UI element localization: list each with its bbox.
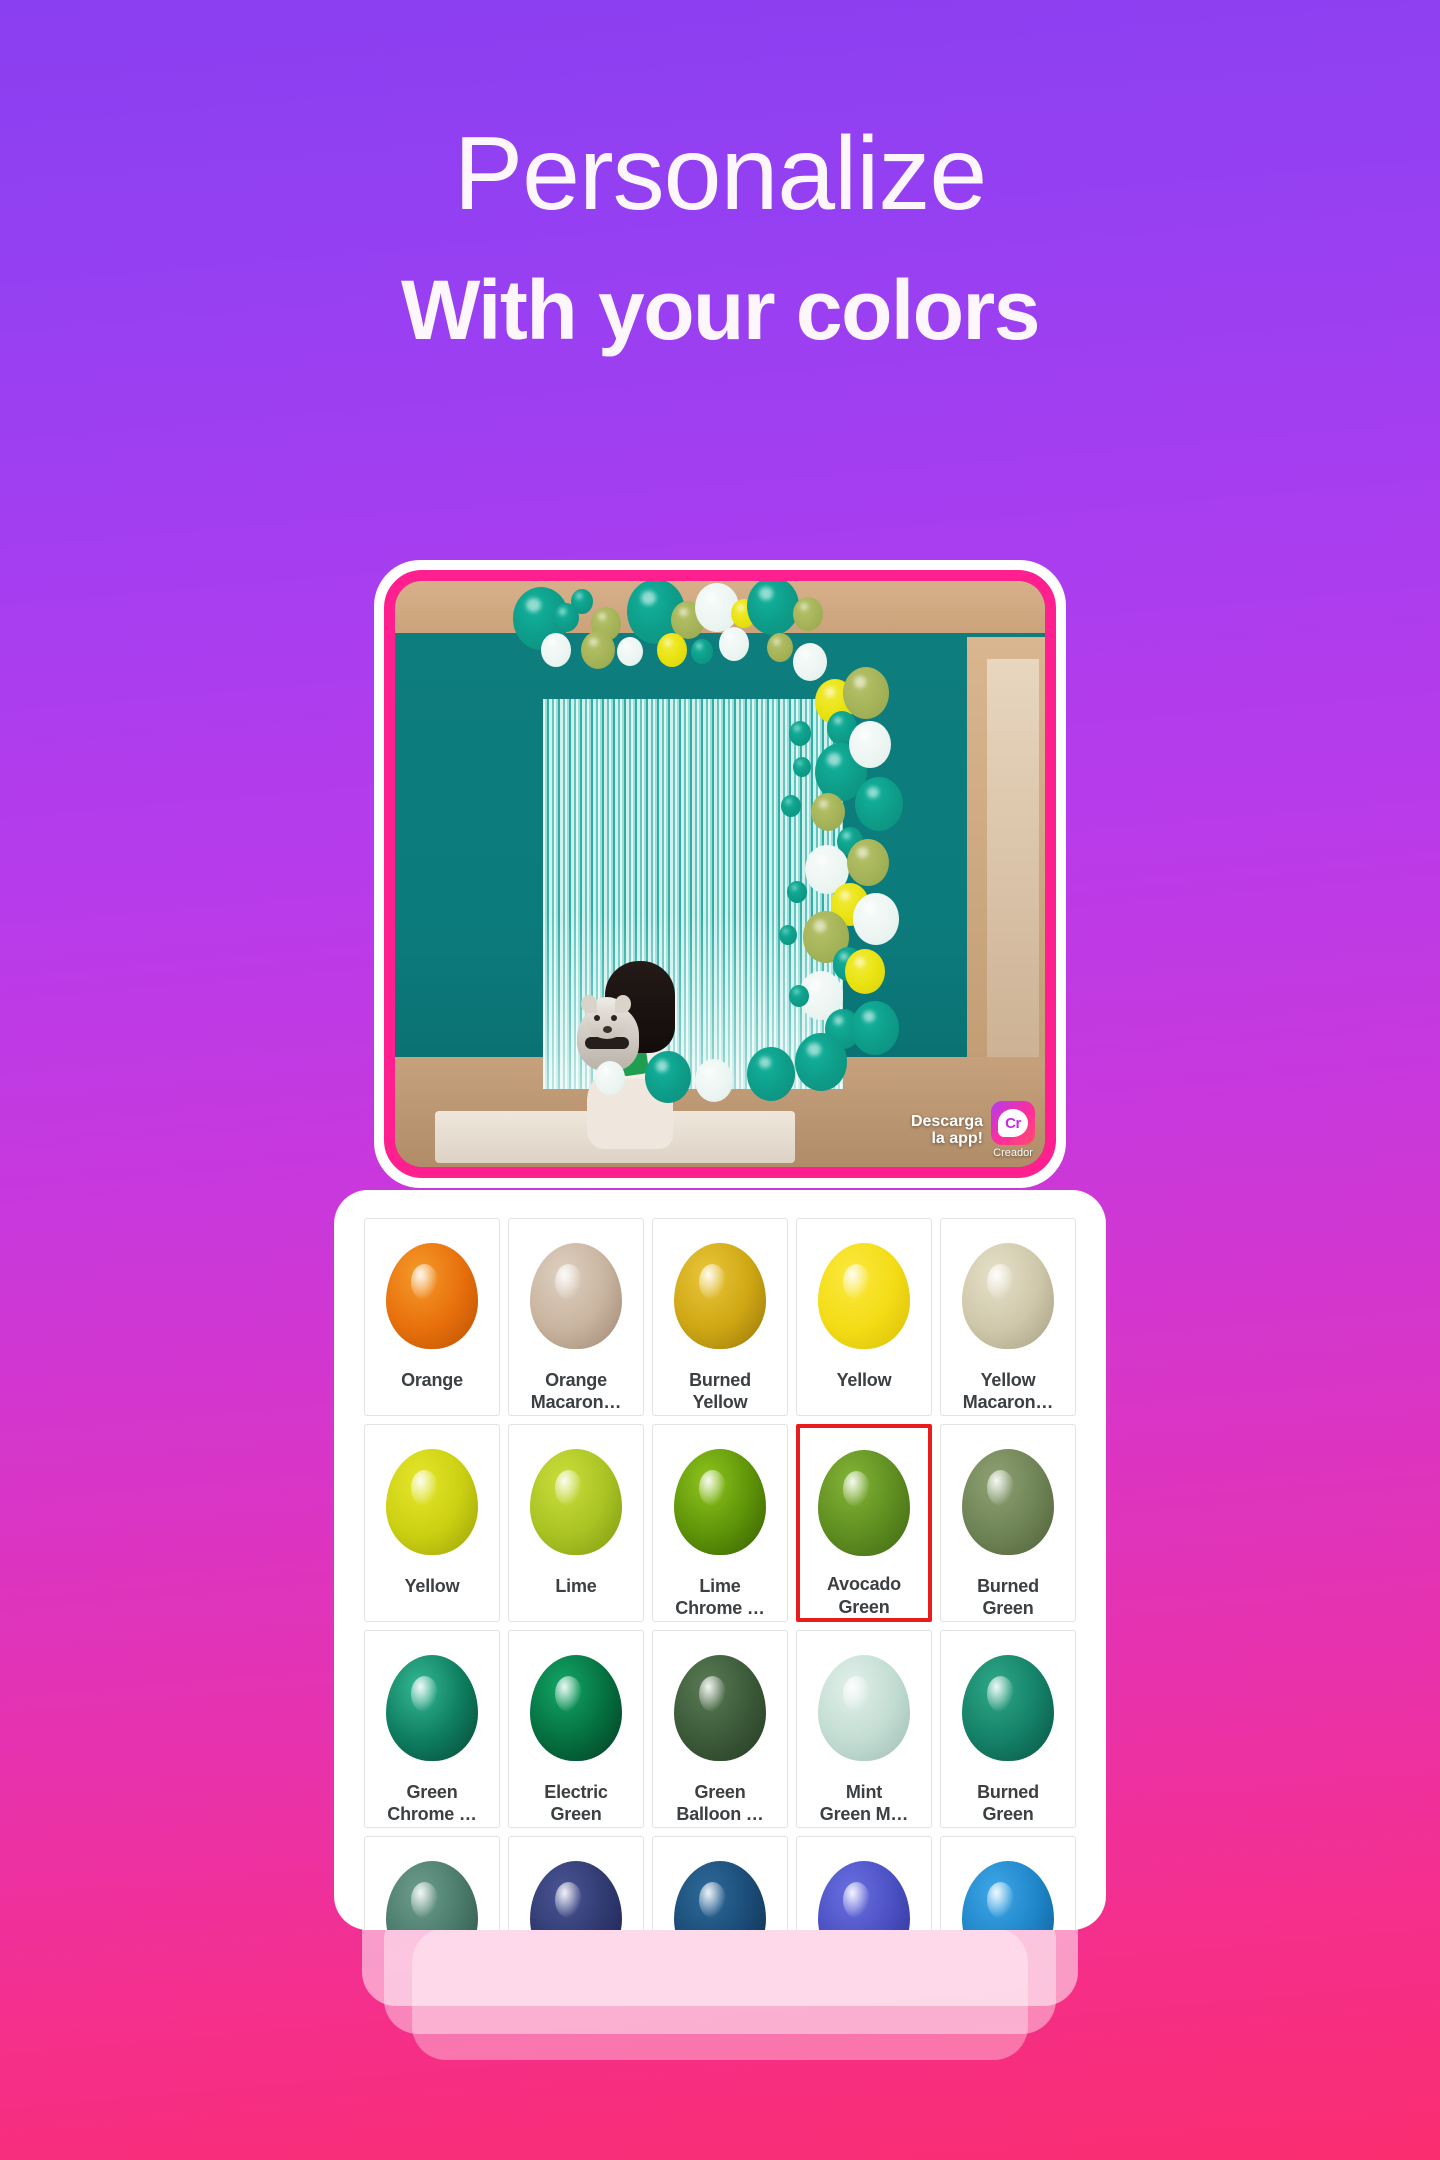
balloon-icon [674,1243,766,1349]
balloon-swatch-label: Electric Green [544,1782,608,1825]
creador-app-icon: Cr [991,1101,1035,1145]
balloon-swatch-label: Burned Yellow [689,1370,751,1413]
balloon-icon [530,1655,622,1761]
balloon-swatch-cell[interactable]: Lime [508,1424,644,1622]
balloon-icon-wrap [365,1439,499,1565]
balloon-icon [530,1861,622,1930]
balloon-icon [386,1655,478,1761]
balloon-swatch-cell[interactable]: Avocado Green [796,1424,932,1622]
photo-door [987,659,1039,1059]
balloon-swatch-cell[interactable]: Lime Chrome … [652,1424,788,1622]
watermark-badge-wrap: Cr Creador [991,1101,1035,1159]
photo-dog-ear-left [581,995,597,1013]
photo-dog-eye-left [594,1015,600,1021]
speech-bubble-icon: Cr [998,1109,1028,1137]
balloon-icon-wrap [797,1645,931,1771]
balloon-icon-wrap [797,1233,931,1359]
balloon-icon [674,1655,766,1761]
balloon-swatch-cell[interactable]: Burned Green [940,1424,1076,1622]
balloon-icon-wrap [509,1851,643,1930]
balloon-swatch-cell[interactable]: Yellow Macaron… [940,1218,1076,1416]
balloon-icon [386,1243,478,1349]
balloon-swatch-label: Avocado Green [827,1574,901,1617]
watermark-line-1: Descarga [910,1112,983,1130]
balloon-icon [674,1449,766,1555]
phone-mockup: Descarga la app! Cr Creador [374,560,1066,1188]
photo-dog-eye-right [611,1015,617,1021]
balloon-swatch-cell[interactable] [364,1836,500,1930]
balloon-swatch-cell[interactable] [940,1836,1076,1930]
balloon-icon-wrap [941,1439,1075,1565]
balloon-swatch-label: Yellow Macaron… [962,1370,1054,1413]
balloon-icon-wrap [365,1645,499,1771]
balloon-icon [962,1861,1054,1930]
balloon-swatch-cell[interactable] [508,1836,644,1930]
balloon-icon-wrap [653,1645,787,1771]
balloon-swatch-label: Orange [401,1370,463,1390]
balloon-swatch-cell[interactable]: Burned Yellow [652,1218,788,1416]
photo-dog-nose [603,1026,612,1033]
balloon-icon-wrap [509,1439,643,1565]
balloon-icon-wrap [365,1233,499,1359]
balloon-icon-wrap [941,1645,1075,1771]
balloon-icon-wrap [653,1851,787,1930]
balloon-icon [674,1861,766,1930]
balloon-icon-wrap [509,1645,643,1771]
page-subtitle: With your colors [401,263,1040,357]
balloon-icon-wrap [653,1233,787,1359]
balloon-icon-wrap [797,1851,931,1930]
party-photo: Descarga la app! Cr Creador [395,581,1045,1167]
balloon-icon [818,1449,910,1556]
balloon-swatch-label: Burned Green [977,1576,1039,1619]
balloon-icon [962,1655,1054,1761]
balloon-icon [962,1243,1054,1349]
balloon-swatch-label: Green Chrome … [387,1782,477,1825]
balloon-swatch-cell[interactable]: Burned Green [940,1630,1076,1828]
photo-watermark: Descarga la app! Cr Creador [911,1101,1035,1159]
balloon-swatch-label: Green Balloon … [676,1782,764,1825]
balloon-icon [962,1449,1054,1555]
balloon-icon [386,1861,478,1930]
balloon-icon-wrap [365,1851,499,1930]
color-picker-sheet: Orange Orange Macaron… Burned Yellow Yellow… [334,1190,1106,1930]
balloon-icon-wrap [800,1442,928,1563]
balloon-icon [530,1449,622,1555]
balloon-swatch-label: Lime [555,1576,597,1596]
balloon-swatch-label: Lime Chrome … [675,1576,765,1619]
phone-screen: Descarga la app! Cr Creador [384,570,1056,1178]
balloon-swatch-label: Orange Macaron… [530,1370,622,1413]
creador-badge-text: Cr [1005,1114,1021,1132]
balloon-swatch-cell[interactable]: Yellow [364,1424,500,1622]
balloon-swatch-cell[interactable]: Mint Green M… [796,1630,932,1828]
balloon-swatch-cell[interactable]: Green Chrome … [364,1630,500,1828]
balloon-swatch-cell[interactable] [796,1836,932,1930]
balloon-icon-wrap [653,1439,787,1565]
balloon-icon [386,1449,478,1555]
heading-block: Personalize With your colors [0,0,1440,352]
balloon-icon [818,1655,910,1761]
balloon-icon [818,1861,910,1930]
balloon-swatch-cell[interactable]: Orange [364,1218,500,1416]
balloon-swatch-label: Mint Green M… [819,1782,909,1825]
balloon-color-grid: Orange Orange Macaron… Burned Yellow Yellow… [364,1218,1076,1930]
balloon-swatch-cell[interactable] [652,1836,788,1930]
balloon-icon [818,1243,910,1349]
page-title: Personalize [453,116,987,232]
balloon-swatch-cell[interactable]: Yellow [796,1218,932,1416]
balloon-swatch-cell[interactable]: Electric Green [508,1630,644,1828]
balloon-swatch-cell[interactable]: Green Balloon … [652,1630,788,1828]
balloon-swatch-label: Burned Green [977,1782,1039,1825]
creador-badge-caption: Creador [993,1147,1033,1159]
balloon-icon-wrap [941,1851,1075,1930]
balloon-icon-wrap [941,1233,1075,1359]
balloon-icon-wrap [509,1233,643,1359]
watermark-line-2: la app! [931,1130,983,1147]
balloon-swatch-cell[interactable]: Orange Macaron… [508,1218,644,1416]
photo-dog-ear-right [615,995,631,1013]
balloon-icon [530,1243,622,1349]
balloon-swatch-label: Yellow [404,1576,460,1596]
watermark-text: Descarga la app! [911,1113,983,1148]
balloon-swatch-label: Yellow [836,1370,892,1390]
